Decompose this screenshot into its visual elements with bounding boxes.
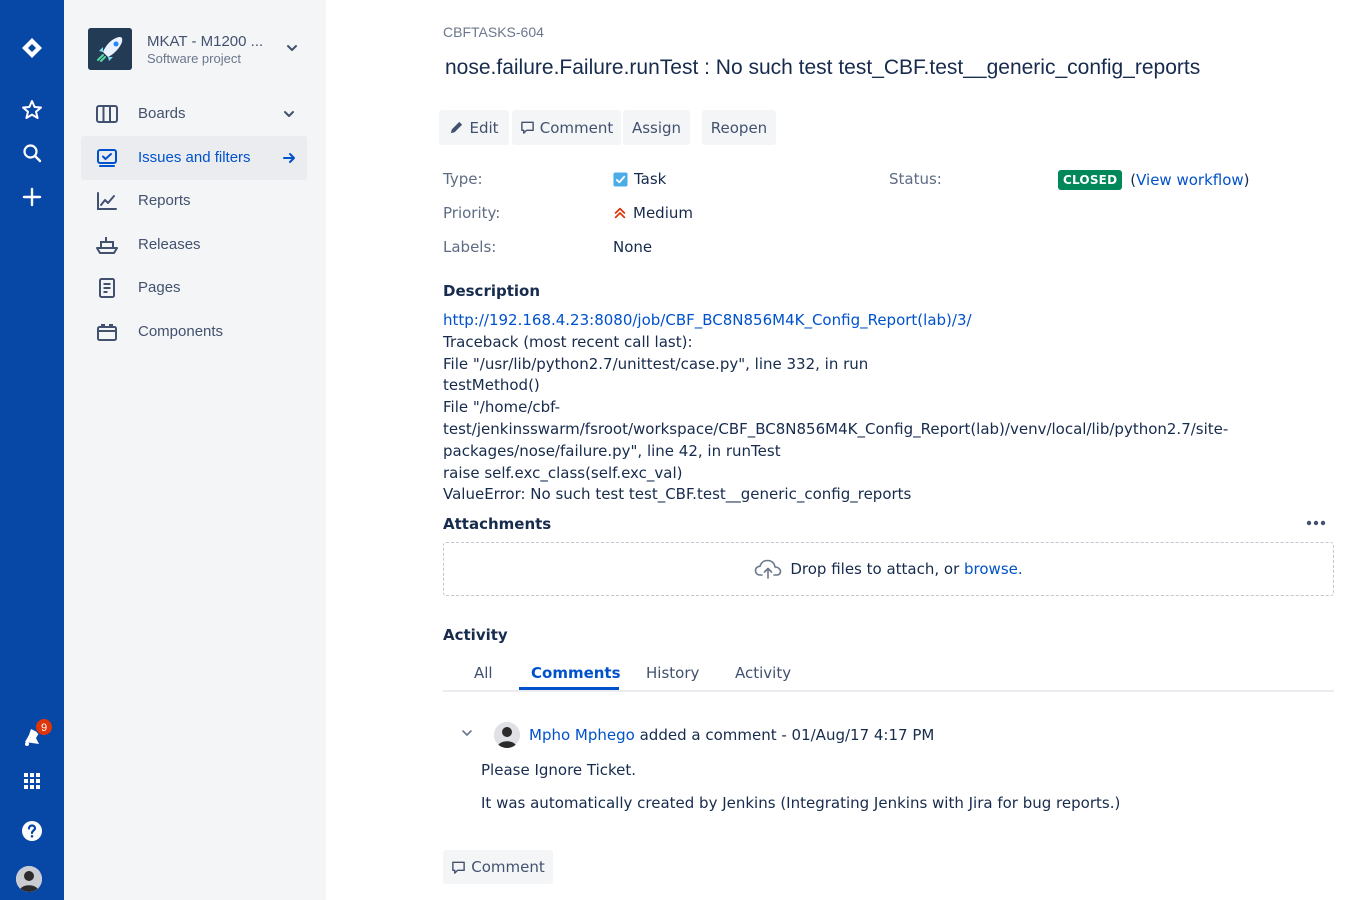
status-value: CLOSED (View workflow) bbox=[1058, 170, 1250, 190]
project-name: MKAT - M1200 ... bbox=[147, 33, 264, 50]
attachment-dropzone[interactable]: Drop files to attach, or browse. bbox=[443, 542, 1334, 596]
description-line: File "/home/cbf-test/jenkinsswarm/fsroot… bbox=[443, 398, 1229, 460]
browse-link[interactable]: browse. bbox=[964, 560, 1023, 578]
description-line: ValueError: No such test test_CBF.test__… bbox=[443, 485, 912, 504]
sidebar-item-releases[interactable]: Releases bbox=[81, 223, 307, 267]
project-header[interactable]: MKAT - M1200 ... Software project bbox=[88, 28, 308, 72]
priority-text: Medium bbox=[633, 204, 693, 222]
tab-all[interactable]: All bbox=[474, 664, 493, 682]
description-line: raise self.exc_class(self.exc_val) bbox=[443, 463, 683, 482]
star-icon[interactable] bbox=[12, 90, 52, 130]
sidebar-item-label: Pages bbox=[138, 279, 181, 296]
description-line: File "/usr/lib/python2.7/unittest/case.p… bbox=[443, 354, 869, 373]
activity-heading: Activity bbox=[443, 626, 508, 644]
sidebar-item-components[interactable]: Components bbox=[81, 310, 307, 354]
project-sidebar: MKAT - M1200 ... Software project Boards… bbox=[64, 0, 326, 900]
description-heading: Description bbox=[443, 282, 541, 300]
status-label: Status: bbox=[889, 170, 942, 188]
sidebar-item-reports[interactable]: Reports bbox=[81, 179, 307, 223]
attachments-heading: Attachments bbox=[443, 515, 552, 533]
type-text: Task bbox=[634, 170, 667, 188]
assign-label: Assign bbox=[631, 118, 682, 137]
paren-close: ) bbox=[1243, 171, 1250, 189]
priority-label: Priority: bbox=[443, 204, 501, 222]
comment-header: Mpho Mphego added a comment - 01/Aug/17 … bbox=[529, 726, 934, 744]
task-icon bbox=[613, 171, 628, 187]
assign-button[interactable]: Assign bbox=[623, 110, 690, 145]
plus-icon[interactable] bbox=[12, 177, 52, 217]
app-switcher-icon[interactable] bbox=[12, 761, 52, 801]
view-workflow-wrap: (View workflow) bbox=[1130, 171, 1249, 189]
drop-text: Drop files to attach, or browse. bbox=[790, 560, 1022, 578]
add-comment-button[interactable]: Comment bbox=[443, 850, 553, 884]
project-type: Software project bbox=[147, 51, 241, 66]
description-line: Traceback (most recent call last): bbox=[443, 332, 693, 351]
comment-author[interactable]: Mpho Mphego bbox=[529, 726, 635, 744]
tab-activity[interactable]: Activity bbox=[735, 664, 791, 682]
active-tab-indicator bbox=[519, 687, 619, 690]
jira-logo-icon[interactable] bbox=[12, 28, 52, 68]
labels-label: Labels: bbox=[443, 238, 497, 256]
issue-view: CBFTASKS-604 nose.failure.Failure.runTes… bbox=[326, 0, 1356, 900]
sidebar-item-boards[interactable]: Boards bbox=[81, 92, 307, 136]
notification-badge: 9 bbox=[35, 718, 53, 736]
avatar[interactable] bbox=[494, 722, 520, 748]
priority-value: Medium bbox=[613, 204, 693, 222]
releases-icon bbox=[95, 234, 119, 256]
help-icon[interactable] bbox=[12, 811, 52, 851]
sidebar-item-label: Reports bbox=[138, 192, 191, 209]
chevron-down-icon[interactable] bbox=[284, 40, 300, 56]
tabs-divider bbox=[443, 690, 1334, 692]
labels-value: None bbox=[613, 238, 653, 256]
edit-label: Edit bbox=[469, 118, 499, 137]
reopen-label: Reopen bbox=[710, 118, 768, 137]
description-link[interactable]: http://192.168.4.23:8080/job/CBF_BC8N856… bbox=[443, 310, 1323, 332]
comment-text: It was automatically created by Jenkins … bbox=[481, 794, 1121, 812]
upload-cloud-icon bbox=[755, 559, 782, 579]
description-line: testMethod() bbox=[443, 376, 540, 395]
type-value: Task bbox=[613, 170, 666, 188]
project-avatar bbox=[88, 28, 132, 70]
arrow-right-icon bbox=[283, 153, 295, 163]
type-label: Type: bbox=[443, 170, 483, 188]
sidebar-item-pages[interactable]: Pages bbox=[81, 266, 307, 310]
status-badge: CLOSED bbox=[1058, 170, 1123, 190]
comment-icon bbox=[452, 861, 466, 874]
edit-button[interactable]: Edit bbox=[439, 110, 509, 145]
board-icon bbox=[95, 103, 119, 125]
reports-icon bbox=[95, 190, 119, 212]
sidebar-item-label: Releases bbox=[138, 236, 201, 253]
add-comment-label: Comment bbox=[471, 858, 545, 876]
chevron-down-icon[interactable] bbox=[281, 106, 297, 122]
pencil-icon bbox=[451, 121, 463, 134]
search-icon[interactable] bbox=[12, 133, 52, 173]
priority-medium-icon bbox=[614, 207, 626, 219]
sidebar-item-issues[interactable]: Issues and filters bbox=[81, 136, 307, 180]
sidebar-item-label: Boards bbox=[138, 105, 186, 122]
comment-text: Please Ignore Ticket. bbox=[481, 761, 637, 779]
tab-comments[interactable]: Comments bbox=[531, 664, 621, 682]
view-workflow-link[interactable]: View workflow bbox=[1136, 171, 1244, 189]
comment-button[interactable]: Comment bbox=[512, 110, 621, 145]
sidebar-item-label: Issues and filters bbox=[138, 149, 251, 166]
reopen-button[interactable]: Reopen bbox=[702, 110, 776, 145]
drop-label: Drop files to attach, or bbox=[790, 560, 960, 578]
tab-history[interactable]: History bbox=[646, 664, 699, 682]
sidebar-item-label: Components bbox=[138, 323, 224, 340]
comment-label: Comment bbox=[539, 118, 614, 137]
avatar[interactable] bbox=[16, 866, 42, 892]
comment-meta: added a comment - 01/Aug/17 4:17 PM bbox=[639, 726, 935, 744]
components-icon bbox=[95, 321, 119, 343]
more-icon[interactable] bbox=[1304, 514, 1328, 532]
issue-key[interactable]: CBFTASKS-604 bbox=[443, 24, 544, 40]
description-body[interactable]: http://192.168.4.23:8080/job/CBF_BC8N856… bbox=[443, 310, 1323, 506]
pages-icon bbox=[95, 277, 119, 299]
chevron-down-icon[interactable] bbox=[460, 726, 474, 740]
comment-icon bbox=[520, 121, 534, 134]
global-nav: 9 bbox=[0, 0, 64, 900]
issue-title[interactable]: nose.failure.Failure.runTest : No such t… bbox=[445, 56, 1200, 80]
issues-icon bbox=[95, 147, 119, 169]
